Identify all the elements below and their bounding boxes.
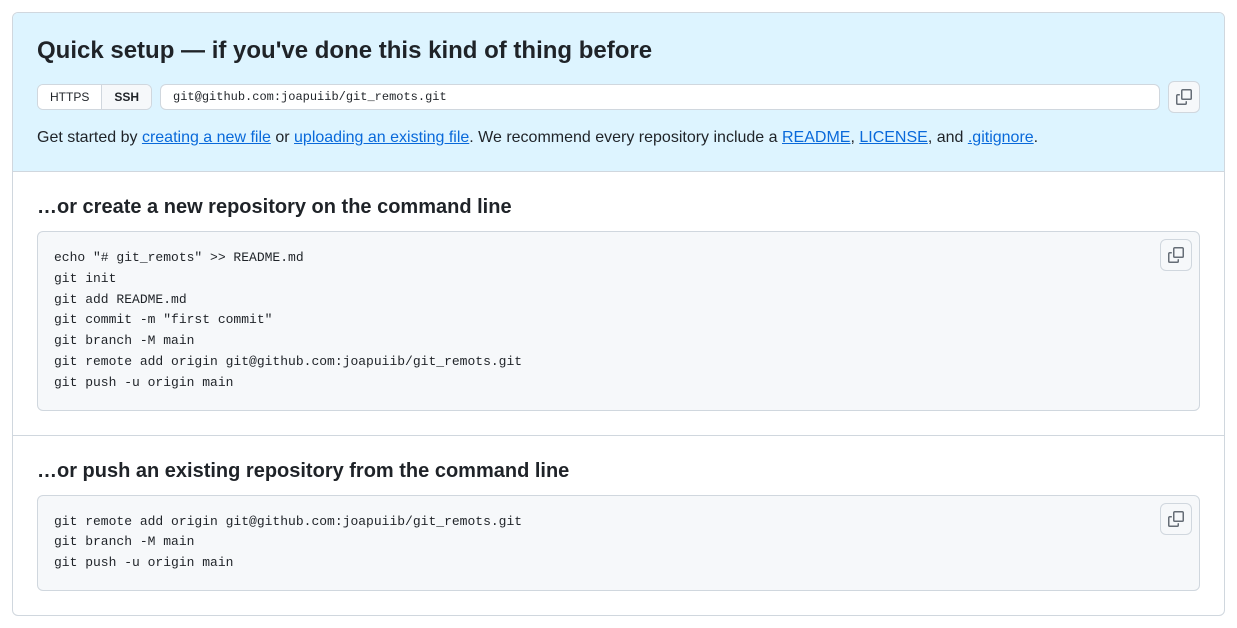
clone-url-input[interactable] xyxy=(160,84,1160,110)
upload-file-link[interactable]: uploading an existing file xyxy=(294,129,469,146)
readme-link[interactable]: README xyxy=(782,129,850,146)
https-button[interactable]: HTTPS xyxy=(38,85,102,109)
create-repo-code-wrap: echo "# git_remots" >> README.md git ini… xyxy=(37,231,1200,411)
push-repo-heading: …or push an existing repository from the… xyxy=(37,460,1200,483)
gitignore-link[interactable]: .gitignore xyxy=(968,129,1034,146)
push-repo-section: …or push an existing repository from the… xyxy=(13,436,1224,615)
create-repo-section: …or create a new repository on the comma… xyxy=(13,172,1224,436)
empty-repo-setup: Quick setup — if you've done this kind o… xyxy=(12,12,1225,616)
quick-setup-heading: Quick setup — if you've done this kind o… xyxy=(37,37,1200,65)
copy-icon xyxy=(1168,247,1184,263)
copy-icon xyxy=(1168,511,1184,527)
ssh-button[interactable]: SSH xyxy=(102,85,151,109)
quick-setup-section: Quick setup — if you've done this kind o… xyxy=(13,13,1224,172)
copy-url-button[interactable] xyxy=(1168,81,1200,113)
copy-create-commands-button[interactable] xyxy=(1160,239,1192,271)
create-file-link[interactable]: creating a new file xyxy=(142,129,271,146)
copy-push-commands-button[interactable] xyxy=(1160,503,1192,535)
license-link[interactable]: LICENSE xyxy=(859,129,927,146)
push-repo-code-wrap: git remote add origin git@github.com:joa… xyxy=(37,495,1200,591)
create-repo-heading: …or create a new repository on the comma… xyxy=(37,196,1200,219)
copy-icon xyxy=(1176,89,1192,105)
create-repo-commands[interactable]: echo "# git_remots" >> README.md git ini… xyxy=(37,231,1200,411)
clone-url-row: HTTPS SSH xyxy=(37,81,1200,113)
get-started-text: Get started by creating a new file or up… xyxy=(37,129,1200,147)
protocol-toggle: HTTPS SSH xyxy=(37,84,152,110)
push-repo-commands[interactable]: git remote add origin git@github.com:joa… xyxy=(37,495,1200,591)
